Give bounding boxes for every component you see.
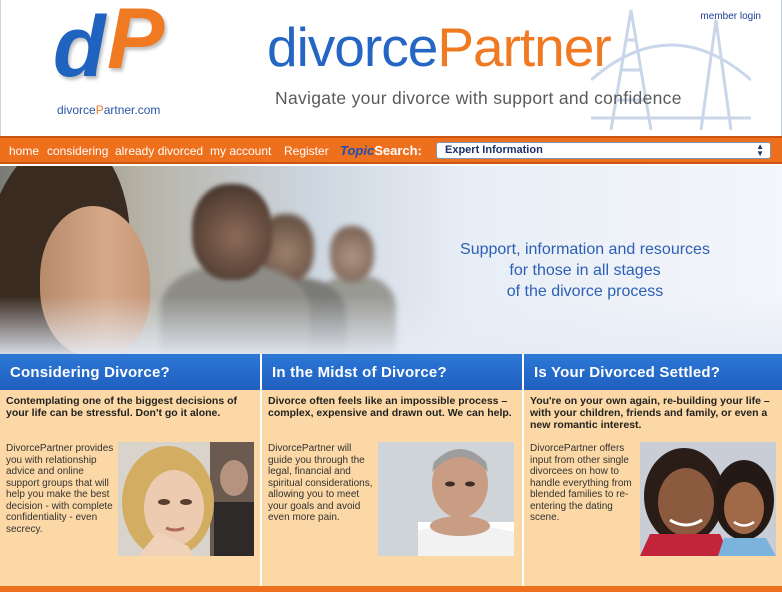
hero-line: of the divorce process <box>506 283 664 300</box>
topic-search-label: TopicSearch: <box>340 143 422 158</box>
brand-title-part2: Partner <box>437 16 611 78</box>
hero-person <box>330 226 374 282</box>
logo-letter-p: P <box>107 0 165 87</box>
column-title[interactable]: Considering Divorce? <box>0 354 260 390</box>
column-lead: You're on your own again, re-building yo… <box>530 395 770 431</box>
column-lead: Divorce often feels like an impossible p… <box>268 395 512 419</box>
brand-title-part1: divorce <box>267 16 438 78</box>
column-body: DivorcePartner offers input from other s… <box>530 443 632 523</box>
nav-already-divorced[interactable]: already divorced <box>115 144 203 158</box>
logo-url-suffix: artner.com <box>103 103 161 117</box>
hero-text: Support, information and resources for t… <box>432 239 738 302</box>
logo-url-highlight: P <box>95 103 104 117</box>
hero-banner: Support, information and resources for t… <box>0 166 782 354</box>
hero-line: for those in all stages <box>509 262 661 279</box>
topic-select-value: Expert Information <box>445 144 543 156</box>
feature-columns: Considering Divorce? Contemplating one o… <box>0 354 782 586</box>
hero-person <box>192 184 272 280</box>
hero-line: Support, information and resources <box>460 241 710 258</box>
footer-bar <box>0 586 782 592</box>
nav-home[interactable]: home <box>9 144 39 158</box>
column-title[interactable]: Is Your Divorced Settled? <box>524 354 782 390</box>
topic-search-select[interactable]: Expert Information ▲ ▼ <box>436 142 771 159</box>
column-settled: Is Your Divorced Settled? You're on your… <box>522 354 782 586</box>
brand-title: divorcePartner <box>267 20 612 75</box>
main-nav: home considering already divorced my acc… <box>0 136 782 164</box>
member-login-link[interactable]: member login <box>700 11 761 22</box>
site-logo[interactable]: d P <box>53 0 193 100</box>
tagline: Navigate your divorce with support and c… <box>275 88 682 108</box>
logo-url-prefix: divorce <box>57 103 96 117</box>
settled-photo <box>640 442 776 556</box>
column-considering: Considering Divorce? Contemplating one o… <box>0 354 260 586</box>
site-header: member login d P divorcePartner.com divo… <box>0 0 782 136</box>
column-midst: In the Midst of Divorce? Divorce often f… <box>260 354 522 586</box>
logo-url: divorcePartner.com <box>57 103 160 117</box>
nav-register[interactable]: Register <box>284 144 329 158</box>
column-body: DivorcePartner will guide you through th… <box>268 443 373 523</box>
topic-label-topic: Topic <box>340 143 375 158</box>
hero-haze <box>0 296 782 354</box>
midst-photo <box>378 442 514 556</box>
column-lead: Contemplating one of the biggest decisio… <box>6 395 238 419</box>
column-title[interactable]: In the Midst of Divorce? <box>262 354 522 390</box>
considering-photo <box>118 442 254 556</box>
topic-label-search: Search: <box>374 143 422 158</box>
select-updown-icon: ▲ ▼ <box>756 142 764 158</box>
nav-my-account[interactable]: my account <box>210 144 271 158</box>
nav-considering[interactable]: considering <box>47 144 108 158</box>
column-body: DivorcePartner provides you with relatio… <box>6 443 114 535</box>
logo-letter-d: d <box>53 0 106 95</box>
